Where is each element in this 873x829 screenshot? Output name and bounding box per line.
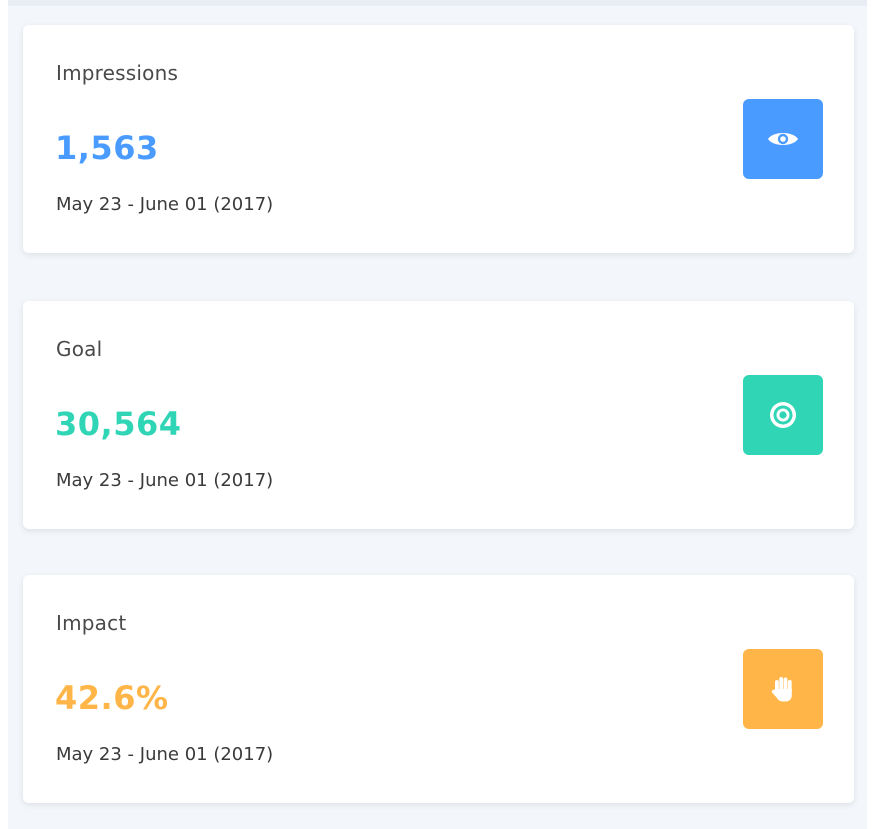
impressions-card: Impressions 1,563 May 23 - June 01 (2017… (23, 25, 854, 253)
goal-icon-button[interactable] (743, 375, 823, 455)
hand-icon (771, 677, 792, 702)
eye-icon (768, 133, 798, 145)
impact-card: Impact 42.6% May 23 - June 01 (2017) (23, 575, 854, 803)
top-edge (8, 0, 867, 6)
card-date-range: May 23 - June 01 (2017) (56, 744, 274, 765)
card-date-range: May 23 - June 01 (2017) (56, 470, 274, 491)
card-title: Impact (56, 611, 127, 635)
right-edge (867, 0, 873, 829)
card-value: 30,564 (55, 405, 182, 443)
goal-card: Goal 30,564 May 23 - June 01 (2017) (23, 301, 854, 529)
impressions-icon-button[interactable] (743, 99, 823, 179)
card-title: Goal (56, 337, 103, 361)
left-edge (0, 0, 8, 829)
card-value: 42.6% (55, 679, 169, 717)
impact-icon-button[interactable] (743, 649, 823, 729)
card-value: 1,563 (55, 129, 159, 167)
card-title: Impressions (56, 61, 179, 85)
target-icon (770, 402, 796, 428)
card-date-range: May 23 - June 01 (2017) (56, 194, 274, 215)
